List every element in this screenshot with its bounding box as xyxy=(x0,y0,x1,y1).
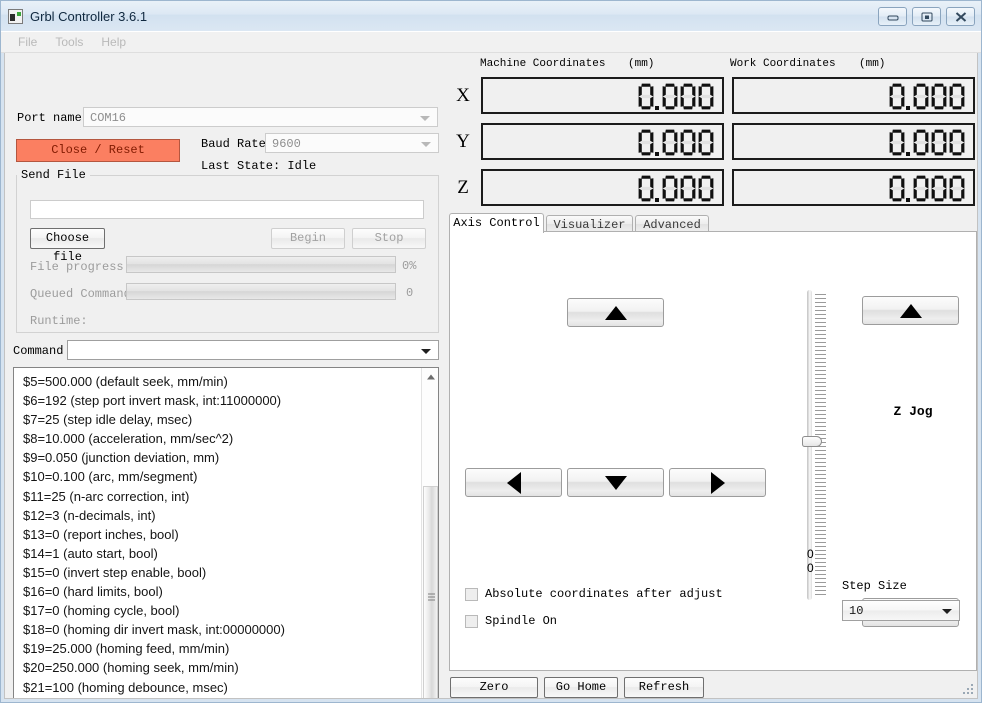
step-size-label: Step Size xyxy=(842,579,907,593)
work-coordinates-header: Work Coordinates xyxy=(730,58,836,70)
slider-handle[interactable] xyxy=(802,436,822,447)
chevron-down-icon xyxy=(420,116,430,121)
runtime-label: Runtime: xyxy=(30,314,88,328)
left-panel: Port name COM16 Close / Reset Baud Rate … xyxy=(5,53,445,698)
machine-coordinates-header: Machine Coordinates xyxy=(480,58,606,70)
choose-file-button[interactable]: Choose file xyxy=(30,228,105,264)
application-window: Grbl Controller 3.6.1 File Tools Help Po… xyxy=(0,0,982,703)
lcd-display xyxy=(888,174,966,203)
menu-item-file[interactable]: File xyxy=(9,33,46,51)
file-progress-bar xyxy=(126,256,396,273)
checkbox-box[interactable] xyxy=(465,587,478,601)
jog-x-plus-button[interactable] xyxy=(669,468,766,497)
z-jog-label: Z Jog xyxy=(893,404,933,419)
close-button[interactable] xyxy=(946,7,975,26)
tab-panel-axis-control: Z Jog 0 0 Absolute coordinates after adj… xyxy=(449,231,977,671)
last-state-label: Last State: Idle xyxy=(201,159,317,173)
refresh-pos-button[interactable]: Refresh Pos xyxy=(624,677,704,698)
baud-rate-label: Baud Rate xyxy=(201,137,266,151)
step-size-combo[interactable]: 10 xyxy=(842,600,960,621)
lcd-display xyxy=(637,82,715,111)
queued-commands-bar xyxy=(126,283,396,300)
menu-bar: File Tools Help xyxy=(1,31,981,53)
tab-strip: Axis Control Visualizer Advanced xyxy=(449,213,977,233)
work-coordinate-x xyxy=(732,77,975,114)
caption-buttons xyxy=(878,7,975,26)
resize-grip[interactable] xyxy=(962,683,974,695)
port-name-label: Port name xyxy=(17,111,82,125)
go-home-button[interactable]: Go Home xyxy=(544,677,618,698)
client-area: Port name COM16 Close / Reset Baud Rate … xyxy=(4,53,978,699)
jog-x-minus-button[interactable] xyxy=(465,468,562,497)
scrollbar-thumb[interactable] xyxy=(423,486,438,698)
command-input[interactable] xyxy=(67,340,439,360)
baud-rate-combo[interactable]: 9600 xyxy=(265,133,439,153)
tab-axis-control[interactable]: Axis Control xyxy=(449,213,544,233)
tab-visualizer[interactable]: Visualizer xyxy=(546,215,633,232)
port-name-combo[interactable]: COM16 xyxy=(83,107,438,127)
machine-coordinate-z xyxy=(481,169,724,206)
baud-rate-value: 9600 xyxy=(272,137,301,151)
console-output[interactable]: $5=500.000 (default seek, mm/min) $6=192… xyxy=(13,367,439,698)
jog-y-minus-button[interactable] xyxy=(567,468,664,497)
work-coordinates-unit: (mm) xyxy=(859,58,886,70)
work-coordinate-y xyxy=(732,123,975,160)
title-bar: Grbl Controller 3.6.1 xyxy=(1,1,981,31)
minimize-button[interactable] xyxy=(878,7,907,26)
chevron-down-icon[interactable] xyxy=(942,609,952,614)
absolute-coordinates-checkbox[interactable]: Absolute coordinates after adjust xyxy=(465,587,723,601)
machine-coordinate-x xyxy=(481,77,724,114)
chevron-down-icon[interactable] xyxy=(421,349,431,354)
jog-y-plus-button[interactable] xyxy=(567,298,664,327)
jog-z-plus-button[interactable] xyxy=(862,296,959,325)
queued-commands-value: 0 xyxy=(406,286,414,300)
command-label: Command xyxy=(13,344,64,358)
machine-coordinates-unit: (mm) xyxy=(628,58,655,70)
z-slider-value-bottom: 0 xyxy=(807,561,814,575)
axis-label-z: Z xyxy=(457,177,469,198)
lcd-display xyxy=(637,174,715,203)
step-size-value: 10 xyxy=(849,604,864,618)
axis-label-y: Y xyxy=(456,131,470,152)
scroll-up-icon[interactable] xyxy=(422,368,438,385)
menu-item-help[interactable]: Help xyxy=(92,33,135,51)
checkbox-label: Absolute coordinates after adjust xyxy=(485,587,723,601)
z-slider-value-top: 0 xyxy=(807,547,814,561)
spindle-on-checkbox[interactable]: Spindle On xyxy=(465,614,557,628)
file-path-input[interactable] xyxy=(30,200,424,219)
tab-advanced[interactable]: Advanced xyxy=(635,215,709,232)
file-progress-label: File progress xyxy=(30,260,124,274)
window-title: Grbl Controller 3.6.1 xyxy=(30,8,148,24)
lcd-display xyxy=(888,128,966,157)
console-lines: $5=500.000 (default seek, mm/min) $6=192… xyxy=(23,374,285,695)
zero-position-button[interactable]: Zero Position xyxy=(450,677,538,698)
port-name-value: COM16 xyxy=(90,111,127,125)
work-coordinate-z xyxy=(732,169,975,206)
send-file-legend: Send File xyxy=(17,168,90,182)
app-icon xyxy=(8,8,23,24)
lcd-display xyxy=(888,82,966,111)
file-progress-value: 0% xyxy=(402,259,417,273)
checkbox-label: Spindle On xyxy=(485,614,558,628)
right-panel: Machine Coordinates (mm) Work Coordinate… xyxy=(445,53,977,698)
machine-coordinate-y xyxy=(481,123,724,160)
menu-item-tools[interactable]: Tools xyxy=(46,33,92,51)
lcd-display xyxy=(637,128,715,157)
checkbox-box[interactable] xyxy=(465,614,478,628)
console-scrollbar[interactable] xyxy=(421,368,438,698)
stop-button[interactable]: Stop xyxy=(352,228,426,249)
axis-label-x: X xyxy=(456,85,470,106)
close-reset-button[interactable]: Close / Reset xyxy=(16,139,180,162)
chevron-down-icon xyxy=(421,142,431,147)
queued-commands-label: Queued Commands xyxy=(30,287,139,301)
maximize-button[interactable] xyxy=(912,7,941,26)
begin-button[interactable]: Begin xyxy=(271,228,345,249)
